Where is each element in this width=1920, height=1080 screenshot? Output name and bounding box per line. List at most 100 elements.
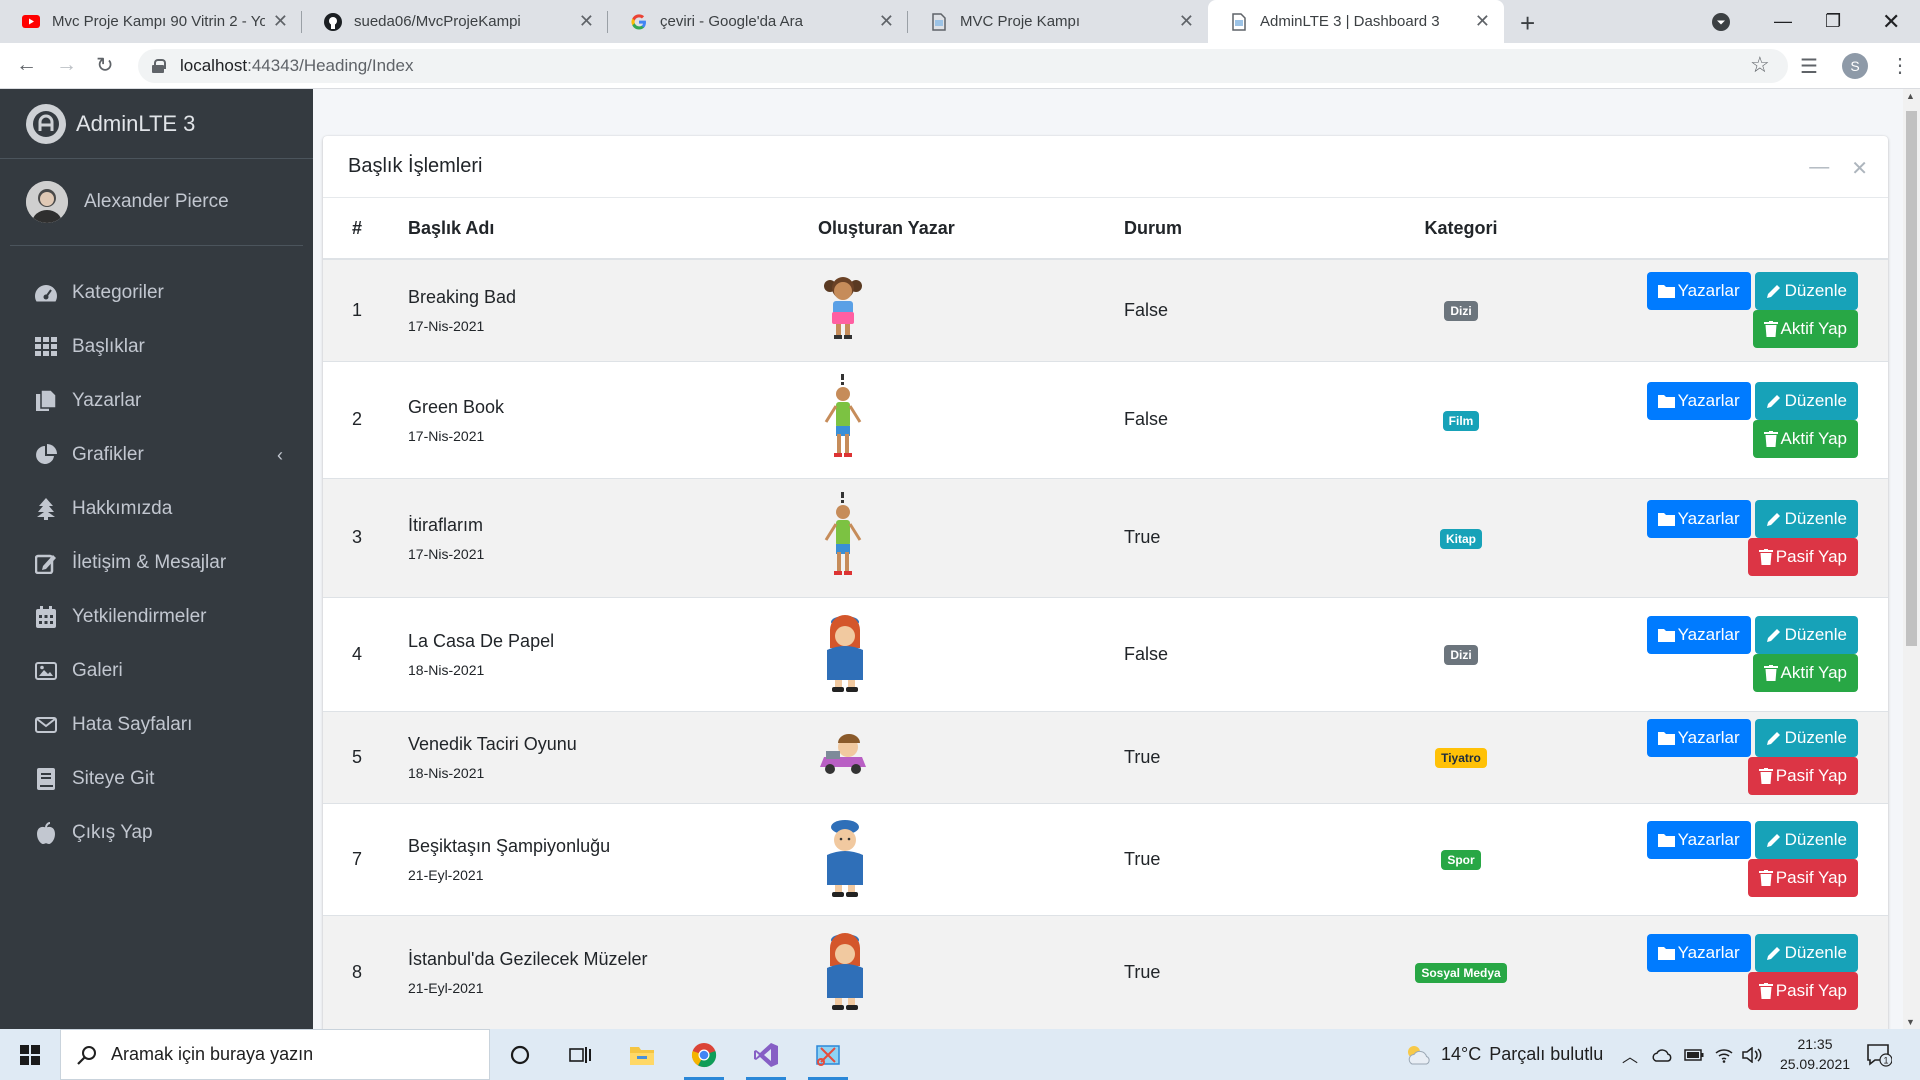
close-icon[interactable]: ✕ — [273, 11, 288, 32]
remove-icon[interactable]: ✕ — [1851, 156, 1868, 181]
folder-icon — [1657, 394, 1678, 408]
profile-avatar[interactable]: S — [1842, 53, 1868, 79]
writers-button[interactable]: Yazarlar — [1646, 272, 1751, 311]
sidebar-item-galeri[interactable]: Galeri — [0, 644, 313, 698]
tachometer-icon — [34, 281, 58, 305]
taskbar-search[interactable]: Aramak için buraya yazın — [60, 1029, 490, 1080]
deactivate-button[interactable]: Pasif Yap — [1747, 859, 1858, 897]
file-explorer-icon[interactable] — [614, 1029, 670, 1080]
sidebar-item-siteye-git[interactable]: Siteye Git — [0, 752, 313, 806]
weather-text: Parçalı bulutlu — [1489, 1044, 1604, 1064]
scroll-down-icon[interactable]: ▼ — [1906, 1017, 1915, 1027]
close-icon[interactable]: ✕ — [579, 11, 594, 32]
bookmark-star-icon[interactable]: ☆ — [1750, 52, 1770, 78]
sidebar-item-grafikler[interactable]: Grafikler ‹ — [0, 428, 313, 482]
edit-button[interactable]: Düzenle — [1754, 381, 1858, 420]
notification-icon[interactable]: 1 — [1866, 1029, 1892, 1080]
chevron-left-icon[interactable]: ‹ — [277, 445, 283, 466]
minimize-icon[interactable]: — — [1774, 0, 1792, 43]
sidebar-item-iletisim[interactable]: İletişim & Mesajlar — [0, 536, 313, 590]
tab-search-icon[interactable] — [1712, 0, 1730, 43]
writers-button[interactable]: Yazarlar — [1646, 821, 1751, 859]
user-name: Alexander Pierce — [84, 191, 229, 212]
page-scrollbar[interactable]: ▲ ▼ — [1903, 89, 1920, 1029]
sidebar-item-hata-sayfalari[interactable]: Hata Sayfaları — [0, 698, 313, 752]
browser-tab-google[interactable]: çeviri - Google'da Ara ✕ — [608, 0, 908, 43]
edit-button[interactable]: Düzenle — [1754, 719, 1858, 757]
windows-start-icon[interactable] — [0, 1029, 60, 1080]
folder-icon — [1657, 512, 1678, 526]
reading-list-icon[interactable]: ☰ — [1800, 54, 1818, 79]
battery-icon[interactable] — [1684, 1029, 1704, 1080]
onedrive-icon[interactable] — [1652, 1029, 1672, 1080]
browser-tab-github[interactable]: sueda06/MvcProjeKampi ✕ — [302, 0, 608, 43]
row-number: 3 — [323, 477, 408, 597]
scroll-up-icon[interactable]: ▲ — [1906, 91, 1915, 101]
weather-widget[interactable]: 14°C Parçalı bulutlu — [1405, 1029, 1603, 1080]
row-number: 5 — [323, 710, 408, 803]
tab-title: AdminLTE 3 | Dashboard 3 — [1260, 13, 1440, 30]
edit-button[interactable]: Düzenle — [1754, 272, 1858, 311]
address-bar[interactable]: localhost:44343/Heading/Index — [138, 49, 1788, 83]
collapse-icon[interactable]: — — [1809, 156, 1829, 181]
brand-link[interactable]: AdminLTE 3 — [0, 89, 313, 159]
sidebar-item-cikis-yap[interactable]: Çıkış Yap — [0, 806, 313, 860]
browser-tab-mvc[interactable]: MVC Proje Kampı ✕ — [908, 0, 1208, 43]
heading-date: 18-Nis-2021 — [408, 765, 485, 781]
writers-button[interactable]: Yazarlar — [1646, 499, 1751, 538]
forward-icon[interactable]: → — [56, 53, 77, 77]
writers-button[interactable]: Yazarlar — [1646, 616, 1751, 654]
close-icon[interactable]: ✕ — [1179, 11, 1194, 32]
writers-button[interactable]: Yazarlar — [1646, 934, 1751, 973]
button-label: Yazarlar — [1677, 508, 1740, 528]
folder-icon — [1657, 284, 1678, 299]
browser-tab-adminlte[interactable]: AdminLTE 3 | Dashboard 3 ✕ — [1208, 0, 1504, 43]
edit-button[interactable]: Düzenle — [1754, 934, 1858, 973]
close-icon[interactable]: ✕ — [1475, 11, 1490, 32]
trash-icon — [1763, 665, 1781, 681]
pie-chart-icon — [34, 443, 58, 467]
deactivate-button[interactable]: Pasif Yap — [1747, 757, 1858, 795]
browser-tab-youtube[interactable]: Mvc Proje Kampı 90 Vitrin 2 - YouTube ✕ — [0, 0, 302, 43]
pencil-icon — [1766, 393, 1785, 409]
edit-button[interactable]: Düzenle — [1754, 821, 1858, 859]
wifi-icon[interactable] — [1714, 1029, 1734, 1080]
chevron-up-icon[interactable]: ︿ — [1622, 1029, 1638, 1080]
user-panel[interactable]: Alexander Pierce — [10, 159, 303, 246]
sidebar-item-yazarlar[interactable]: Yazarlar — [0, 374, 313, 428]
new-tab-icon[interactable]: + — [1520, 8, 1535, 39]
close-icon[interactable]: ✕ — [879, 11, 894, 32]
deactivate-button[interactable]: Pasif Yap — [1747, 972, 1858, 1011]
activate-button[interactable]: Aktif Yap — [1752, 310, 1858, 349]
button-label: Yazarlar — [1677, 728, 1740, 747]
sidebar-item-basliklar[interactable]: Başlıklar — [0, 320, 313, 374]
snipping-tool-icon[interactable] — [800, 1029, 856, 1080]
sidebar-item-kategoriler[interactable]: Kategoriler — [0, 266, 313, 320]
reload-icon[interactable]: ↻ — [96, 53, 114, 78]
activate-button[interactable]: Aktif Yap — [1752, 419, 1858, 458]
lock-icon[interactable] — [152, 59, 166, 73]
edit-button[interactable]: Düzenle — [1754, 616, 1858, 654]
volume-icon[interactable] — [1742, 1029, 1762, 1080]
activate-button[interactable]: Aktif Yap — [1752, 654, 1858, 692]
tab-title: sueda06/MvcProjeKampi — [354, 13, 521, 30]
edit-button[interactable]: Düzenle — [1754, 499, 1858, 538]
writer-avatar — [818, 610, 872, 694]
writers-button[interactable]: Yazarlar — [1646, 381, 1751, 420]
taskbar-clock[interactable]: 21:35 25.09.2021 — [1770, 1034, 1860, 1074]
back-icon[interactable]: ← — [16, 53, 37, 77]
sidebar-item-hakkimizda[interactable]: Hakkımızda — [0, 482, 313, 536]
cortana-icon[interactable] — [492, 1029, 548, 1080]
deactivate-button[interactable]: Pasif Yap — [1747, 537, 1858, 576]
task-view-icon[interactable] — [552, 1029, 608, 1080]
visual-studio-icon[interactable] — [738, 1029, 794, 1080]
heading-name: La Casa De Papel — [408, 631, 555, 651]
scrollbar-thumb[interactable] — [1906, 111, 1917, 646]
col-category: Kategori — [1361, 198, 1561, 260]
writers-button[interactable]: Yazarlar — [1646, 719, 1751, 757]
maximize-icon[interactable]: ❐ — [1825, 0, 1841, 43]
browser-menu-icon[interactable]: ⋮ — [1890, 53, 1910, 78]
sidebar-item-yetkilendirmeler[interactable]: Yetkilendirmeler — [0, 590, 313, 644]
window-close-icon[interactable]: ✕ — [1882, 0, 1900, 43]
chrome-icon[interactable] — [676, 1029, 732, 1080]
